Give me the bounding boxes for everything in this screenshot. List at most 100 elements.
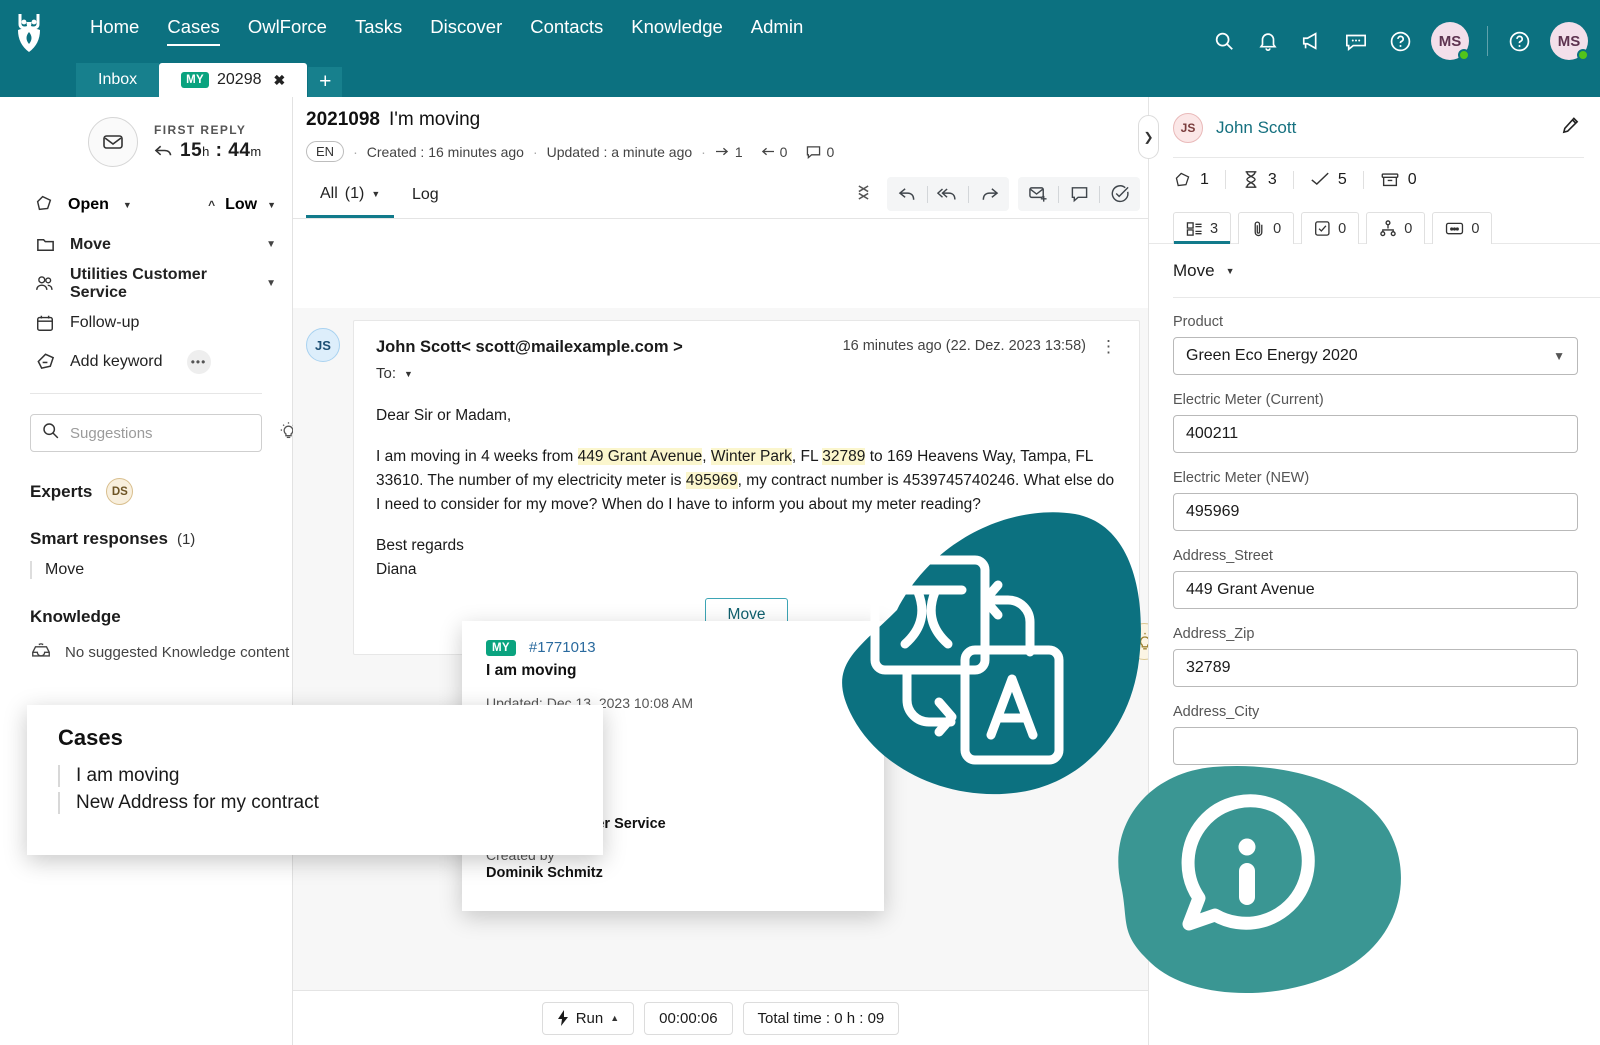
cases-overlay-item-2[interactable]: New Address for my contract (58, 792, 603, 814)
message-recipients[interactable]: To: ▼ (376, 365, 683, 382)
avatar[interactable]: MS (1431, 22, 1470, 61)
electric-meter-new-input[interactable]: 495969 (1173, 493, 1578, 531)
cases-overlay-item-1[interactable]: I am moving (58, 765, 603, 787)
close-icon[interactable]: ✖ (274, 72, 286, 89)
action-toolbar-group (1018, 177, 1140, 211)
tab-log[interactable]: Log (398, 172, 453, 218)
preview-creator-value: Dominik Schmitz (486, 864, 603, 881)
electric-meter-current-input[interactable]: 400211 (1173, 415, 1578, 453)
sidebar-item-followup-label: Follow-up (70, 313, 140, 331)
preview-subject: I am moving (486, 662, 577, 679)
resolve-icon[interactable] (1100, 177, 1140, 211)
preview-case-id[interactable]: #1771013 (529, 639, 596, 656)
expert-avatar[interactable]: DS (106, 478, 134, 505)
preview-badge-my: MY (486, 639, 516, 656)
nav-item-owlforce[interactable]: OwlForce (234, 12, 341, 46)
sidebar-item-followup[interactable]: Follow-up (0, 303, 292, 342)
sidebar-item-move[interactable]: Move ▼ (0, 225, 292, 264)
run-label: Run (575, 1009, 604, 1027)
tab-case-20298[interactable]: MY 20298 ✖ (159, 63, 308, 97)
sidebar-item-add-keyword[interactable]: Add keyword ••• (0, 342, 292, 381)
priority-selector[interactable]: ^ Low ▼ (208, 196, 276, 214)
reply-toolbar-group (887, 177, 1009, 211)
note-icon[interactable] (1059, 177, 1099, 211)
sidebar-item-assignee[interactable]: Utilities Customer Service ▼ (0, 264, 292, 303)
run-button[interactable]: Run ▲ (541, 1001, 635, 1035)
address-city-input[interactable] (1173, 727, 1578, 765)
help-circle-icon[interactable] (1387, 28, 1413, 54)
tab-fields-count: 3 (1210, 220, 1219, 237)
field-address-street: Address_Street 449 Grant Avenue (1173, 548, 1578, 609)
address-street-input[interactable]: 449 Grant Avenue (1173, 571, 1578, 609)
tab-tasks[interactable]: 0 (1301, 212, 1360, 244)
suggestions-search[interactable] (30, 414, 297, 452)
nav-item-cases[interactable]: Cases (153, 12, 233, 46)
nav-item-tasks[interactable]: Tasks (341, 12, 416, 46)
tab-attachments-count: 0 (1273, 220, 1282, 237)
smart-response-item[interactable]: Move (30, 561, 292, 579)
language-badge[interactable]: EN (306, 141, 345, 162)
timer-display[interactable]: 00:00:06 (644, 1001, 733, 1035)
stat-resolved-value: 5 (1337, 170, 1347, 188)
avatar-secondary[interactable]: MS (1550, 22, 1589, 61)
chevron-right-icon[interactable]: ❯ (1138, 115, 1159, 159)
reply-icon[interactable] (887, 177, 927, 211)
contact-stats: 1 3 5 0 (1149, 158, 1600, 203)
tab-all[interactable]: All (1) ▼ (306, 172, 395, 218)
owl-logo[interactable] (14, 8, 66, 56)
stat-resolved[interactable]: 5 (1292, 170, 1363, 189)
new-email-icon[interactable] (1018, 177, 1058, 211)
stat-archived[interactable]: 0 (1362, 170, 1433, 189)
sla-minutes: 44 (228, 139, 251, 161)
address-zip-input[interactable]: 32789 (1173, 649, 1578, 687)
more-options-icon[interactable]: ••• (186, 349, 211, 374)
chat-icon[interactable] (1343, 28, 1369, 54)
experts-row: Experts DS (0, 452, 292, 505)
nav-item-home[interactable]: Home (76, 12, 153, 46)
nav-item-discover[interactable]: Discover (416, 12, 516, 46)
field-electric-meter-current-label: Electric Meter (Current) (1173, 392, 1324, 408)
search-icon[interactable] (1211, 28, 1237, 54)
tab-cards[interactable]: 0 (1432, 212, 1493, 244)
tab-hierarchy[interactable]: 0 (1366, 212, 1426, 244)
process-name: Move (1173, 261, 1215, 280)
message-body: Dear Sir or Madam, I am moving in 4 week… (376, 404, 1117, 582)
stat-pending[interactable]: 3 (1224, 170, 1293, 189)
chevron-down-icon-move: ▼ (266, 239, 276, 250)
case-header: 2021098 I'm moving EN · Created : 16 minu… (293, 97, 1148, 162)
chevron-down-icon-priority: ▼ (267, 200, 276, 210)
forward-icon[interactable] (969, 177, 1009, 211)
add-tab-button[interactable]: + (308, 67, 343, 97)
megaphone-icon[interactable] (1299, 28, 1325, 54)
help-circle-icon-secondary[interactable] (1506, 28, 1532, 54)
status-priority-row: Open ▼ ^ Low ▼ (0, 185, 292, 225)
process-selector[interactable]: Move ▼ (1149, 244, 1600, 297)
sla-separator: : (215, 139, 223, 161)
reply-all-icon[interactable] (928, 177, 968, 211)
status-value: Open (68, 196, 109, 213)
sla-hours: 15 (180, 139, 203, 161)
search-input[interactable] (70, 424, 269, 442)
contact-name-link[interactable]: John Scott (1216, 118, 1296, 138)
arrow-right-icon (715, 147, 728, 156)
nav-item-contacts[interactable]: Contacts (516, 12, 617, 46)
more-options-icon[interactable]: ⋮ (1100, 338, 1117, 355)
bell-icon[interactable] (1255, 28, 1281, 54)
chevron-down-icon-assignee: ▼ (266, 278, 276, 289)
checkbox-icon (1315, 221, 1330, 236)
product-select[interactable]: Green Eco Energy 2020 ▼ (1173, 337, 1578, 375)
note-count: 0 (806, 144, 834, 160)
status-selector[interactable]: Open ▼ (34, 193, 132, 218)
field-electric-meter-current: Electric Meter (Current) 400211 (1173, 392, 1578, 453)
tab-attachments[interactable]: 0 (1238, 212, 1295, 244)
collapse-all-icon[interactable] (849, 184, 878, 205)
total-time-display[interactable]: Total time : 0 h : 09 (742, 1001, 900, 1035)
tab-fields[interactable]: 3 (1173, 212, 1232, 244)
smart-responses-count: (1) (176, 531, 196, 548)
pencil-icon[interactable] (1561, 116, 1580, 140)
nav-item-admin[interactable]: Admin (737, 12, 817, 46)
tab-badge-my: MY (181, 72, 209, 88)
tab-inbox[interactable]: Inbox (76, 63, 160, 97)
stat-cases[interactable]: 1 (1173, 170, 1225, 189)
nav-item-knowledge[interactable]: Knowledge (617, 12, 737, 46)
